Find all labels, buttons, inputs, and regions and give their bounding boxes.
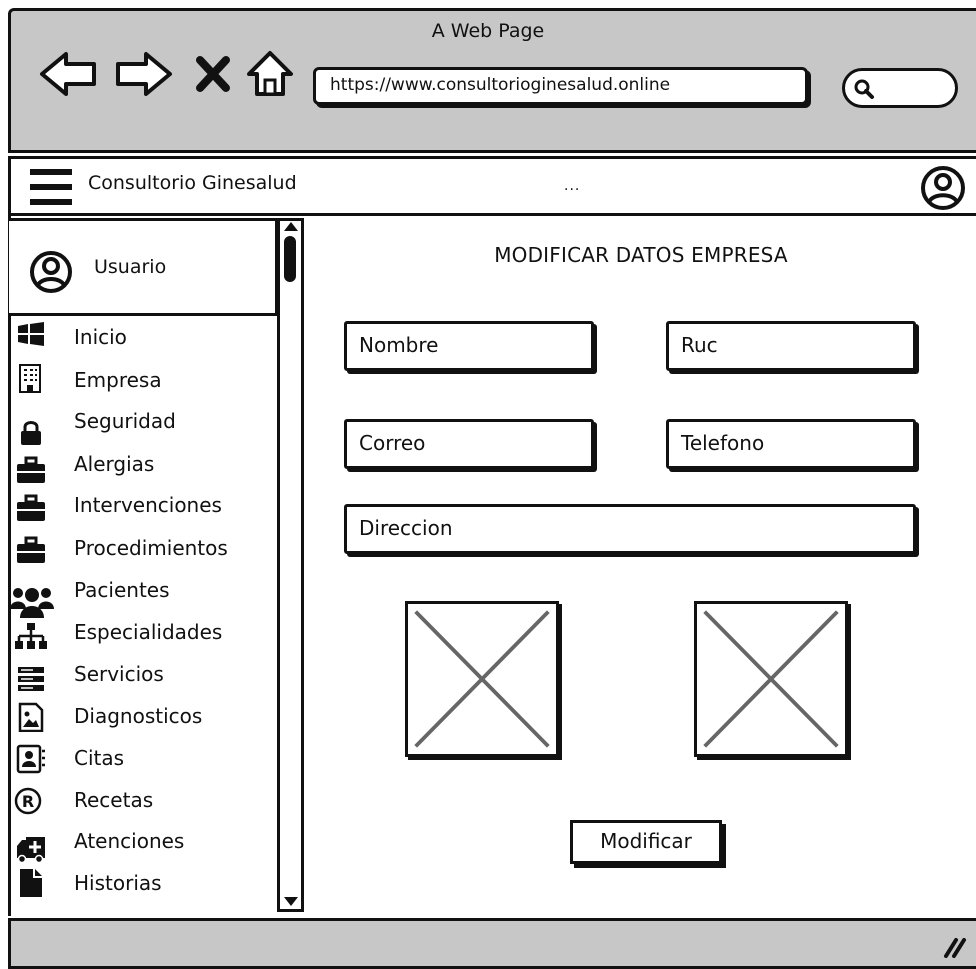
modificar-button[interactable]: Modificar <box>570 820 722 864</box>
url-bar[interactable]: https://www.consultorioginesalud.online <box>313 67 808 105</box>
briefcase-icon <box>17 494 45 521</box>
ruc-field[interactable]: Ruc <box>666 321 916 371</box>
sidebar-item-procedimientos[interactable]: Procedimientos <box>74 536 228 560</box>
hamburger-menu-icon[interactable] <box>28 167 74 207</box>
windows-icon <box>18 322 44 346</box>
scroll-down-icon[interactable] <box>280 895 302 909</box>
telefono-field[interactable]: Telefono <box>666 419 916 469</box>
back-arrow-icon[interactable] <box>38 48 100 100</box>
contact-book-icon <box>16 744 45 774</box>
sidebar-item-seguridad[interactable]: Seguridad <box>74 409 176 433</box>
svg-text:R: R <box>22 792 34 811</box>
lock-icon <box>21 421 41 445</box>
page-title: MODIFICAR DATOS EMPRESA <box>494 243 788 267</box>
app-title: Consultorio Ginesalud <box>88 172 297 194</box>
home-icon[interactable] <box>245 48 295 100</box>
building-icon <box>19 364 41 393</box>
search-icon <box>854 79 874 99</box>
resize-grip-icon[interactable] <box>940 934 970 960</box>
status-bar <box>8 918 976 969</box>
user-account-icon[interactable] <box>920 164 966 212</box>
scroll-up-icon[interactable] <box>280 219 302 233</box>
sidebar-item-empresa[interactable]: Empresa <box>74 368 162 392</box>
briefcase-icon <box>17 456 45 483</box>
file-icon <box>20 869 42 897</box>
scrollbar-thumb[interactable] <box>284 236 296 282</box>
sidebar-item-recetas[interactable]: Recetas <box>74 788 153 812</box>
image-placeholder[interactable] <box>405 601 559 757</box>
briefcase-icon <box>17 536 45 563</box>
image-file-icon <box>18 702 44 732</box>
direccion-field[interactable]: Direccion <box>344 504 916 554</box>
registered-icon: R <box>14 787 42 815</box>
browser-search-box[interactable] <box>842 68 958 108</box>
header-ellipsis: ... <box>564 178 581 194</box>
user-icon <box>30 251 72 293</box>
server-icon <box>18 667 44 691</box>
sidebar-item-atenciones[interactable]: Atenciones <box>74 829 184 853</box>
people-icon <box>10 588 54 618</box>
nombre-field[interactable]: Nombre <box>344 321 594 371</box>
sidebar <box>8 216 306 916</box>
forward-arrow-icon[interactable] <box>112 48 174 100</box>
sidebar-item-intervenciones[interactable]: Intervenciones <box>74 493 222 517</box>
sidebar-item-servicios[interactable]: Servicios <box>74 662 164 686</box>
sidebar-item-pacientes[interactable]: Pacientes <box>74 578 170 602</box>
sitemap-icon <box>15 623 47 649</box>
sidebar-item-especialidades[interactable]: Especialidades <box>74 620 222 644</box>
sidebar-item-diagnosticos[interactable]: Diagnosticos <box>74 704 202 728</box>
sidebar-item-citas[interactable]: Citas <box>74 746 124 770</box>
sidebar-scrollbar[interactable] <box>277 218 304 912</box>
image-placeholder[interactable] <box>694 601 848 757</box>
sidebar-item-inicio[interactable]: Inicio <box>74 325 127 349</box>
user-label: Usuario <box>94 256 167 278</box>
sidebar-item-historias[interactable]: Historias <box>74 871 162 895</box>
ambulance-icon <box>17 837 45 864</box>
window-title: A Web Page <box>431 20 545 42</box>
close-icon[interactable] <box>194 48 234 100</box>
correo-field[interactable]: Correo <box>344 419 594 469</box>
sidebar-item-alergias[interactable]: Alergias <box>74 452 154 476</box>
